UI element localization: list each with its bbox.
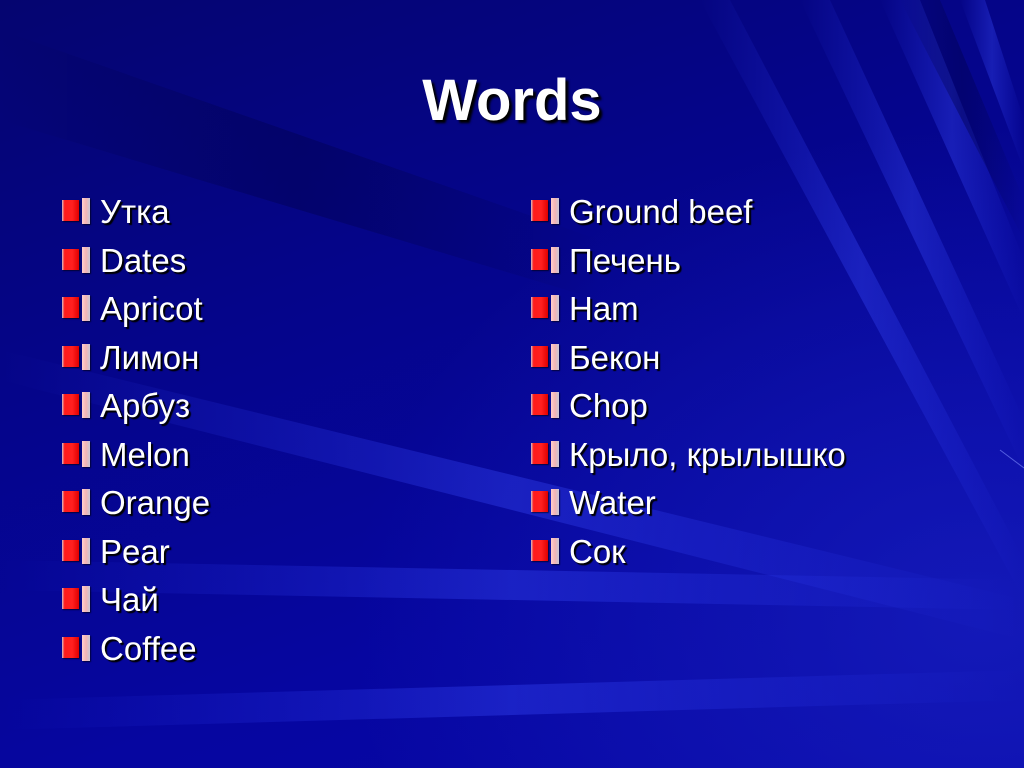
list-item-label: Orange	[100, 484, 211, 521]
bullet-icon	[62, 343, 90, 370]
bullet-icon	[62, 489, 90, 515]
bullet-icon	[62, 246, 90, 273]
bullet-icon	[62, 295, 90, 321]
list-item-label: Печень	[569, 241, 681, 279]
list-item-label: Apricot	[100, 290, 203, 327]
list-item-label: Крыло, крылышко	[569, 435, 846, 473]
list-item-label: Чай	[100, 581, 159, 618]
list-item-label: Pear	[100, 532, 170, 570]
slide: Words Утка Dates Apricot Лимон Арбуз Mel…	[0, 0, 1024, 768]
bullet-icon	[62, 586, 90, 612]
list-item-label: Лимон	[100, 338, 200, 376]
list-item: Pear	[62, 530, 210, 579]
bullet-icon	[531, 537, 559, 564]
slide-title: Words	[422, 68, 602, 133]
background-ray	[880, 0, 1024, 320]
list-item: Утка	[62, 190, 210, 239]
bullet-icon	[531, 295, 559, 321]
list-item-label: Dates	[100, 241, 187, 279]
left-word-list: Утка Dates Apricot Лимон Арбуз Melon Ora…	[62, 190, 210, 675]
bullet-icon	[62, 198, 90, 224]
list-item: Арбуз	[62, 384, 210, 433]
list-item: Chop	[531, 384, 846, 433]
background-ray-thin	[999, 449, 1024, 469]
bullet-icon	[531, 392, 559, 418]
list-item: Ham	[531, 287, 846, 336]
list-item: Orange	[62, 481, 210, 530]
list-item-label: Арбуз	[100, 387, 191, 424]
bullet-icon	[531, 198, 559, 224]
background-ray	[0, 670, 1024, 730]
bullet-icon	[62, 634, 90, 661]
bullet-icon	[62, 392, 90, 418]
list-item: Печень	[531, 239, 846, 288]
list-item: Melon	[62, 433, 210, 482]
list-item: Ground beef	[531, 190, 846, 239]
list-item: Water	[531, 481, 846, 530]
list-item-label: Ham	[569, 290, 639, 327]
bullet-icon	[531, 343, 559, 370]
list-item-label: Ground beef	[569, 193, 753, 230]
bullet-icon	[62, 537, 90, 564]
list-item-label: Бекон	[569, 338, 661, 376]
list-item-label: Coffee	[100, 629, 197, 667]
list-item: Крыло, крылышко	[531, 433, 846, 482]
list-item-label: Chop	[569, 387, 648, 424]
list-item: Dates	[62, 239, 210, 288]
right-word-list: Ground beef Печень Ham Бекон Chop Крыло,…	[531, 190, 846, 578]
bullet-icon	[62, 440, 90, 467]
list-item: Чай	[62, 578, 210, 627]
bullet-icon	[531, 489, 559, 515]
list-item: Coffee	[62, 627, 210, 676]
bullet-icon	[531, 246, 559, 273]
list-item: Apricot	[62, 287, 210, 336]
list-item: Бекон	[531, 336, 846, 385]
list-item-label: Water	[569, 484, 656, 521]
list-item: Сок	[531, 530, 846, 579]
bullet-icon	[531, 440, 559, 467]
list-item-label: Melon	[100, 435, 190, 473]
list-item: Лимон	[62, 336, 210, 385]
list-item-label: Сок	[569, 532, 626, 570]
list-item-label: Утка	[100, 193, 170, 230]
